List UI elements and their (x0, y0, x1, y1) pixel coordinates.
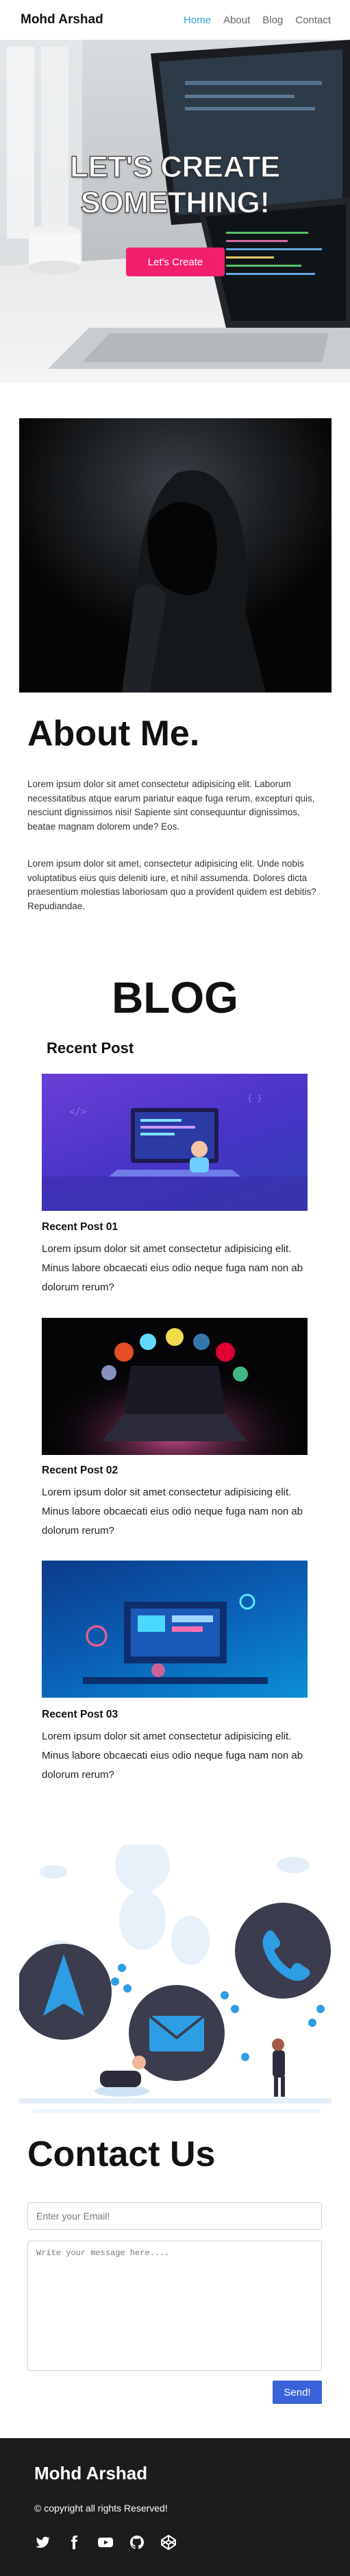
youtube-icon[interactable] (97, 2534, 114, 2551)
lets-create-button[interactable]: Let's Create (126, 248, 225, 276)
post-1-title[interactable]: Recent Post 01 (42, 1221, 118, 1233)
svg-text:</>: </> (69, 1107, 86, 1118)
blog-title: BLOG (112, 973, 238, 1022)
post-2-image[interactable] (42, 1318, 308, 1455)
hero-title: LET'S CREATE SOMETHING! (0, 149, 350, 221)
about-paragraph-1: Lorem ipsum dolor sit amet consectetur a… (27, 779, 315, 832)
hero-title-line2: SOMETHING! (80, 185, 271, 219)
message-field[interactable] (27, 2241, 322, 2371)
post-1-image[interactable]: </> { } (42, 1074, 308, 1211)
post-2-title[interactable]: Recent Post 02 (42, 1465, 118, 1477)
about-hooded-figure-image (19, 418, 332, 693)
post-3-image[interactable] (42, 1561, 308, 1698)
nav-link-home[interactable]: Home (184, 14, 211, 26)
nav-link-contact[interactable]: Contact (295, 14, 331, 26)
social-links (34, 2534, 177, 2551)
send-button[interactable]: Send! (273, 2381, 322, 2404)
hero-title-line1: LET'S CREATE (70, 149, 281, 184)
nav-link-blog[interactable]: Blog (262, 14, 283, 26)
codepen-icon[interactable] (160, 2534, 177, 2551)
navbar: Mohd Arshad Home About Blog Contact (0, 0, 350, 40)
footer: Mohd Arshad © copyright all rights Reser… (0, 2438, 350, 2576)
nav-link-about[interactable]: About (223, 14, 250, 26)
brand-logo-text[interactable]: Mohd Arshad (21, 12, 103, 27)
post-3-title[interactable]: Recent Post 03 (42, 1709, 118, 1721)
nav-links: Home About Blog Contact (184, 14, 331, 26)
footer-brand: Mohd Arshad (34, 2463, 148, 2483)
svg-text:{ }: { } (247, 1094, 262, 1103)
facebook-icon[interactable] (66, 2534, 82, 2551)
hero-section: LET'S CREATE SOMETHING! Let's Create (0, 40, 350, 383)
about-paragraph-2: Lorem ipsum dolor sit amet, consectetur … (27, 858, 316, 911)
twitter-icon[interactable] (34, 2534, 51, 2551)
email-field[interactable] (27, 2202, 322, 2230)
post-3-text: Lorem ipsum dolor sit amet consectetur a… (42, 1731, 303, 1781)
github-icon[interactable] (129, 2534, 145, 2551)
contact-title: Contact Us (27, 2134, 216, 2174)
footer-copyright: © copyright all rights Reserved! (34, 2503, 168, 2514)
contact-illustration (16, 1838, 332, 2126)
post-1-text: Lorem ipsum dolor sit amet consectetur a… (42, 1243, 303, 1293)
recent-post-heading: Recent Post (47, 1039, 134, 1057)
post-2-text: Lorem ipsum dolor sit amet consectetur a… (42, 1486, 303, 1537)
about-title: About Me. (27, 714, 200, 754)
